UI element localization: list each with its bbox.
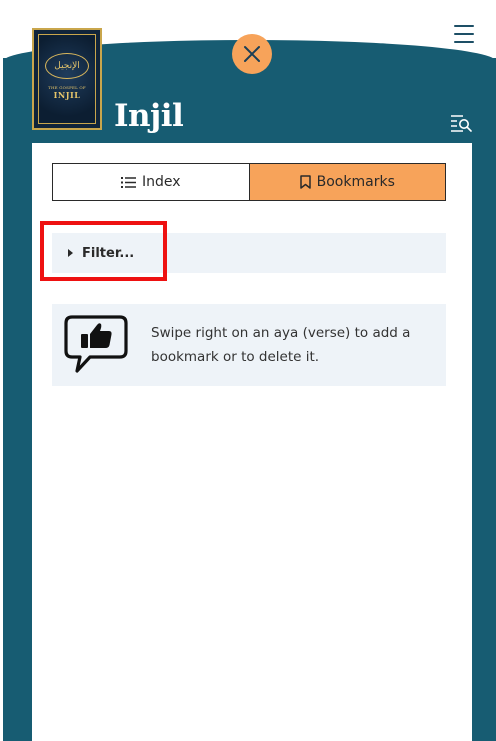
tab-bookmarks[interactable]: Bookmarks	[248, 164, 445, 200]
book-title: INJIL	[53, 89, 81, 100]
search-list-icon[interactable]	[450, 114, 472, 132]
bookmark-hint: Swipe right on an aya (verse) to add a b…	[52, 304, 446, 386]
bookmark-icon	[299, 175, 311, 189]
tab-index-label: Index	[141, 174, 181, 190]
book-calligraphy: الإنجيل	[45, 52, 89, 79]
tab-index[interactable]: Index	[53, 164, 249, 200]
close-button[interactable]	[232, 34, 272, 74]
tab-bar: Index Bookmarks	[52, 163, 446, 201]
hamburger-menu-icon[interactable]	[454, 25, 474, 43]
highlight-box	[40, 221, 167, 281]
list-icon	[120, 176, 136, 188]
app-title: Injil	[114, 98, 184, 134]
book-cover-image: الإنجيل THE GOSPEL OF INJIL	[32, 28, 102, 130]
tab-bookmarks-label: Bookmarks	[316, 174, 395, 190]
thumbs-up-speech-icon	[64, 315, 128, 373]
close-icon	[244, 46, 260, 62]
hint-text: Swipe right on an aya (verse) to add a b…	[151, 325, 411, 365]
